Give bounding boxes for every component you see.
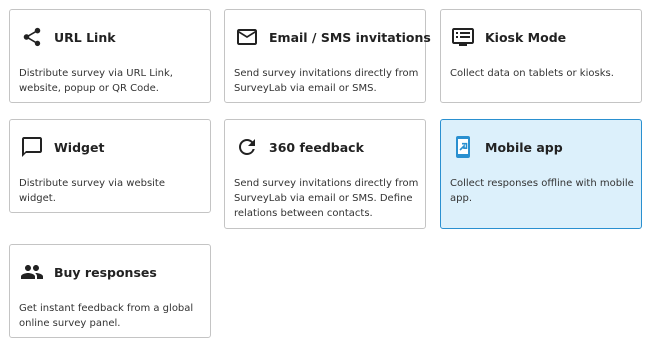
card-description: Get instant feedback from a global onlin… bbox=[19, 303, 194, 329]
card-buy-responses[interactable]: Buy responses Get instant feedback from … bbox=[9, 244, 211, 338]
kiosk-icon bbox=[451, 25, 475, 49]
card-description: Distribute survey via website widget. bbox=[19, 178, 166, 204]
card-url-link[interactable]: URL Link Distribute survey via URL Link,… bbox=[9, 9, 211, 103]
share-icon bbox=[20, 25, 44, 49]
people-icon bbox=[20, 260, 44, 284]
card-title: Buy responses bbox=[54, 264, 157, 280]
card-title: Widget bbox=[54, 139, 105, 155]
card-description: Distribute survey via URL Link, website,… bbox=[19, 68, 173, 94]
chat-bubble-icon bbox=[20, 135, 44, 159]
card-description: Collect data on tablets or kiosks. bbox=[450, 68, 614, 79]
card-description: Send survey invitations directly from Su… bbox=[234, 178, 419, 219]
card-kiosk-mode[interactable]: Kiosk Mode Collect data on tablets or ki… bbox=[440, 9, 642, 103]
card-360-feedback[interactable]: 360 feedback Send survey invitations dir… bbox=[224, 119, 426, 229]
card-email-sms-invitations[interactable]: Email / SMS invitations Send survey invi… bbox=[224, 9, 431, 103]
card-description: Collect responses offline with mobile ap… bbox=[450, 178, 634, 204]
card-title: Email / SMS invitations bbox=[269, 29, 431, 45]
card-description: Send survey invitations directly from Su… bbox=[234, 68, 419, 94]
card-mobile-app[interactable]: Mobile app Collect responses offline wit… bbox=[440, 119, 642, 229]
card-title: Kiosk Mode bbox=[485, 29, 567, 45]
card-title: URL Link bbox=[54, 29, 116, 45]
mobile-icon bbox=[451, 135, 475, 159]
envelope-icon bbox=[235, 25, 259, 49]
card-title: Mobile app bbox=[485, 139, 563, 155]
card-widget[interactable]: Widget Distribute survey via website wid… bbox=[9, 119, 211, 213]
card-title: 360 feedback bbox=[269, 139, 364, 155]
refresh-icon bbox=[235, 135, 259, 159]
